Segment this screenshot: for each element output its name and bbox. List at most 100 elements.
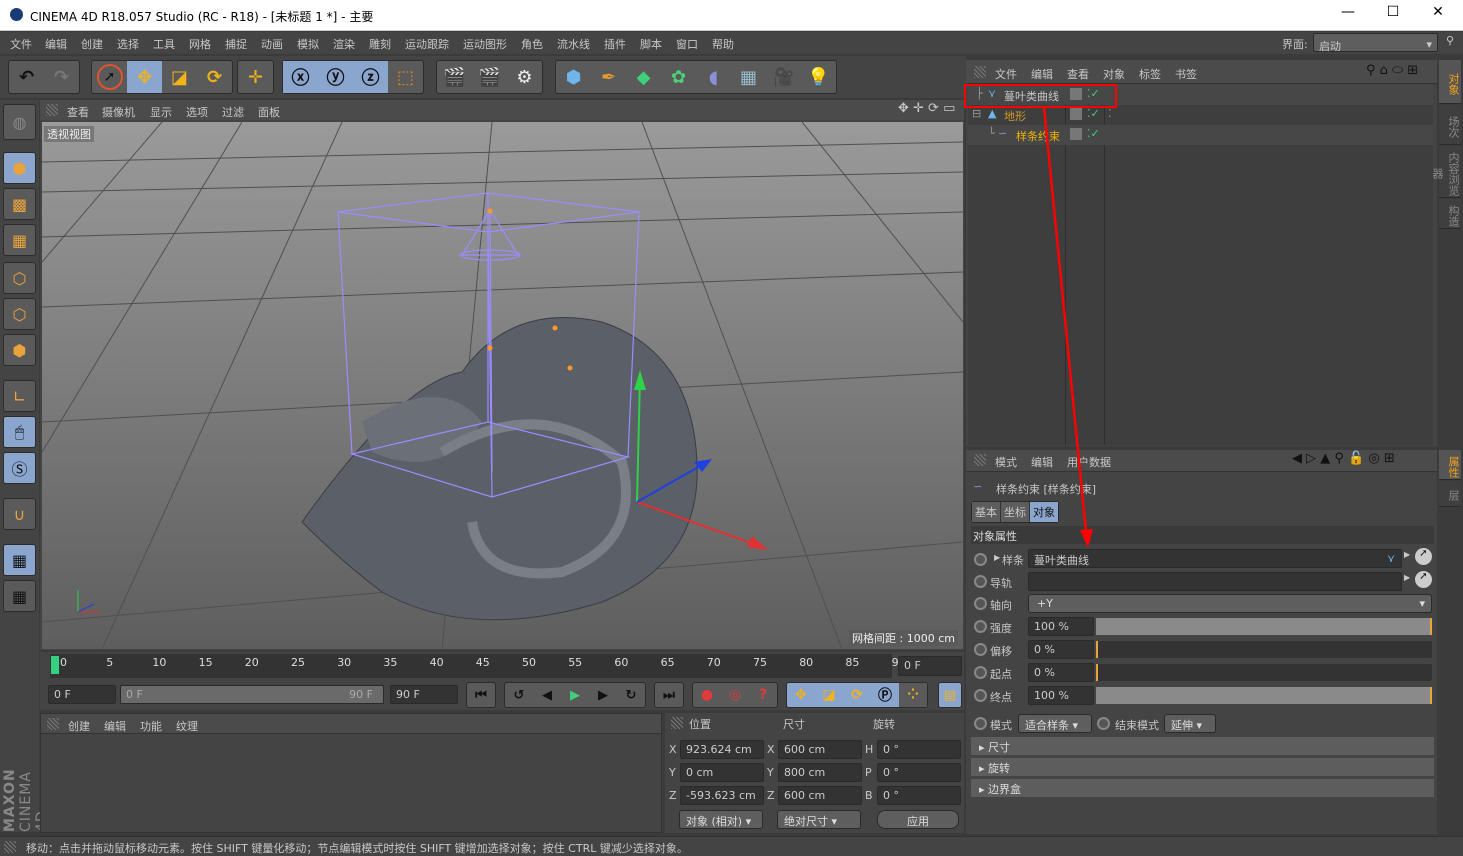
- grip-handle[interactable]: [671, 717, 683, 729]
- spline-link-field[interactable]: 蔓叶类曲线 ⋎: [1028, 549, 1402, 568]
- tab-coordinates[interactable]: 坐标: [1000, 502, 1029, 522]
- rotation-field[interactable]: 0 °: [877, 740, 961, 759]
- prev-key-icon[interactable]: ↺: [505, 683, 533, 707]
- viewport-menu-view[interactable]: 查看: [67, 104, 89, 120]
- object-name[interactable]: 样条约束: [1016, 128, 1060, 144]
- viewport-menu-cameras[interactable]: 摄像机: [102, 104, 135, 120]
- group-size[interactable]: ▸ 尺寸: [971, 737, 1434, 755]
- rotation-field[interactable]: 0 °: [877, 763, 961, 782]
- key-position-icon[interactable]: ✥: [787, 683, 815, 707]
- material-menu-edit[interactable]: 编辑: [104, 718, 126, 734]
- layer-icon[interactable]: [1070, 128, 1082, 140]
- goto-end-icon[interactable]: ⏭: [655, 683, 683, 707]
- polygons-mode-icon[interactable]: ⬢: [3, 334, 36, 366]
- position-field[interactable]: 923.624 cm: [680, 740, 764, 759]
- object-row[interactable]: ├ ⋎ 蔓叶类曲线 ⁚✓: [968, 85, 1433, 105]
- select-tool-icon[interactable]: ➚: [92, 61, 127, 93]
- collapse-icon[interactable]: ⊟: [972, 107, 981, 120]
- key-rotation-icon[interactable]: ⟳: [843, 683, 871, 707]
- animate-radio[interactable]: [974, 575, 987, 588]
- subdivision-icon[interactable]: ◆: [626, 61, 661, 93]
- visibility-check-icon[interactable]: ⁚✓: [1087, 87, 1100, 100]
- slider-value-field[interactable]: 0 %: [1028, 640, 1094, 659]
- layer-icon[interactable]: [1070, 88, 1082, 100]
- mode-dropdown[interactable]: 适合样条 ▾: [1018, 714, 1092, 733]
- cube-icon[interactable]: ⬢: [556, 61, 591, 93]
- menu-mesh[interactable]: 网格: [189, 36, 211, 52]
- film-icon[interactable]: ▤: [939, 683, 961, 707]
- tag-icon[interactable]: ⁚: [1108, 107, 1112, 120]
- render-settings-icon[interactable]: ⚙: [507, 61, 542, 93]
- animate-radio[interactable]: [974, 553, 987, 566]
- slider-value-field[interactable]: 100 %: [1028, 686, 1094, 705]
- group-bounding-box[interactable]: ▸ 边界盒: [971, 779, 1434, 797]
- object-name[interactable]: 蔓叶类曲线: [1004, 88, 1059, 104]
- menu-sculpt[interactable]: 雕刻: [369, 36, 391, 52]
- menu-pipeline[interactable]: 流水线: [557, 36, 590, 52]
- record-key-icon[interactable]: ●: [693, 683, 721, 707]
- tab-object[interactable]: 对象: [1029, 502, 1058, 522]
- coordinate-system-icon[interactable]: ⬚: [388, 61, 423, 93]
- side-tab-content-browser[interactable]: 内容浏览器: [1431, 146, 1461, 198]
- axis-dropdown[interactable]: +Y ▾: [1028, 594, 1432, 613]
- scale-tool-icon[interactable]: ◪: [162, 61, 197, 93]
- y-axis-icon[interactable]: ⓨ: [318, 61, 353, 93]
- planar-workplane-icon[interactable]: ▦: [3, 580, 36, 612]
- timeline-ruler[interactable]: 051015202530354045505560657075808590: [50, 654, 906, 678]
- menu-motion-tracking[interactable]: 运动跟踪: [405, 36, 449, 52]
- object-menu-file[interactable]: 文件: [995, 66, 1017, 82]
- redo-icon[interactable]: ↷: [44, 61, 79, 93]
- menu-animate[interactable]: 动画: [261, 36, 283, 52]
- menu-render[interactable]: 渲染: [333, 36, 355, 52]
- position-field[interactable]: 0 cm: [680, 763, 764, 782]
- maximize-button[interactable]: ☐: [1373, 4, 1413, 26]
- slider-track[interactable]: [1096, 687, 1432, 704]
- viewport-menu-filter[interactable]: 过滤: [222, 104, 244, 120]
- size-field[interactable]: 800 cm: [778, 763, 862, 782]
- object-menu-edit[interactable]: 编辑: [1031, 66, 1053, 82]
- rotate-tool-icon[interactable]: ⟳: [197, 61, 232, 93]
- visibility-check-icon[interactable]: ⁚✓: [1087, 127, 1100, 140]
- menu-tools[interactable]: 工具: [153, 36, 175, 52]
- next-frame-icon[interactable]: ▶: [589, 683, 617, 707]
- viewport-menu-options[interactable]: 选项: [186, 104, 208, 120]
- move-tool-icon[interactable]: ✥: [127, 61, 162, 93]
- key-pla-icon[interactable]: ⁘: [899, 683, 927, 707]
- menu-edit[interactable]: 编辑: [45, 36, 67, 52]
- menu-window[interactable]: 窗口: [676, 36, 698, 52]
- side-tab-attributes[interactable]: 属性: [1439, 450, 1461, 480]
- object-menu-object[interactable]: 对象: [1103, 66, 1125, 82]
- z-axis-icon[interactable]: ⓩ: [353, 61, 388, 93]
- slider-value-field[interactable]: 100 %: [1028, 617, 1094, 636]
- playhead[interactable]: [51, 656, 59, 674]
- grip-handle[interactable]: [47, 718, 59, 730]
- autokey-icon[interactable]: ◎: [721, 683, 749, 707]
- make-editable-icon[interactable]: ◍: [3, 104, 36, 140]
- animate-radio[interactable]: [974, 597, 987, 610]
- rail-link-field[interactable]: [1028, 572, 1402, 591]
- menu-help[interactable]: 帮助: [712, 36, 734, 52]
- search-icon[interactable]: ⚲: [1446, 34, 1454, 47]
- minimize-button[interactable]: —: [1328, 4, 1368, 26]
- snap-icon[interactable]: Ⓢ: [3, 452, 36, 484]
- menu-create[interactable]: 创建: [81, 36, 103, 52]
- tab-basic[interactable]: 基本: [972, 502, 1000, 522]
- keyframe-selection-icon[interactable]: ?: [749, 683, 777, 707]
- link-menu-icon[interactable]: ▶: [1404, 550, 1410, 559]
- menu-snap[interactable]: 捕捉: [225, 36, 247, 52]
- coordinate-mode-dropdown[interactable]: 对象 (相对) ▾: [679, 810, 763, 829]
- object-tools-icons[interactable]: ⚲ ⌂ ⬭ ⊞: [1366, 63, 1418, 78]
- menu-script[interactable]: 脚本: [640, 36, 662, 52]
- goto-start-icon[interactable]: ⏮: [467, 683, 495, 707]
- object-menu-bookmarks[interactable]: 书签: [1175, 66, 1197, 82]
- attribute-menu-edit[interactable]: 编辑: [1031, 454, 1053, 470]
- frame-range-slider[interactable]: 0 F 90 F: [120, 685, 384, 704]
- slider-track[interactable]: [1096, 618, 1432, 635]
- close-button[interactable]: ✕: [1418, 4, 1458, 26]
- menu-character[interactable]: 角色: [521, 36, 543, 52]
- object-menu-tags[interactable]: 标签: [1139, 66, 1161, 82]
- animate-radio[interactable]: [974, 689, 987, 702]
- material-menu-function[interactable]: 功能: [140, 718, 162, 734]
- attribute-menu-userdata[interactable]: 用户数据: [1067, 454, 1111, 470]
- object-row[interactable]: ⊟ ▲ 地形 ⁚✓ ⁚: [968, 105, 1433, 125]
